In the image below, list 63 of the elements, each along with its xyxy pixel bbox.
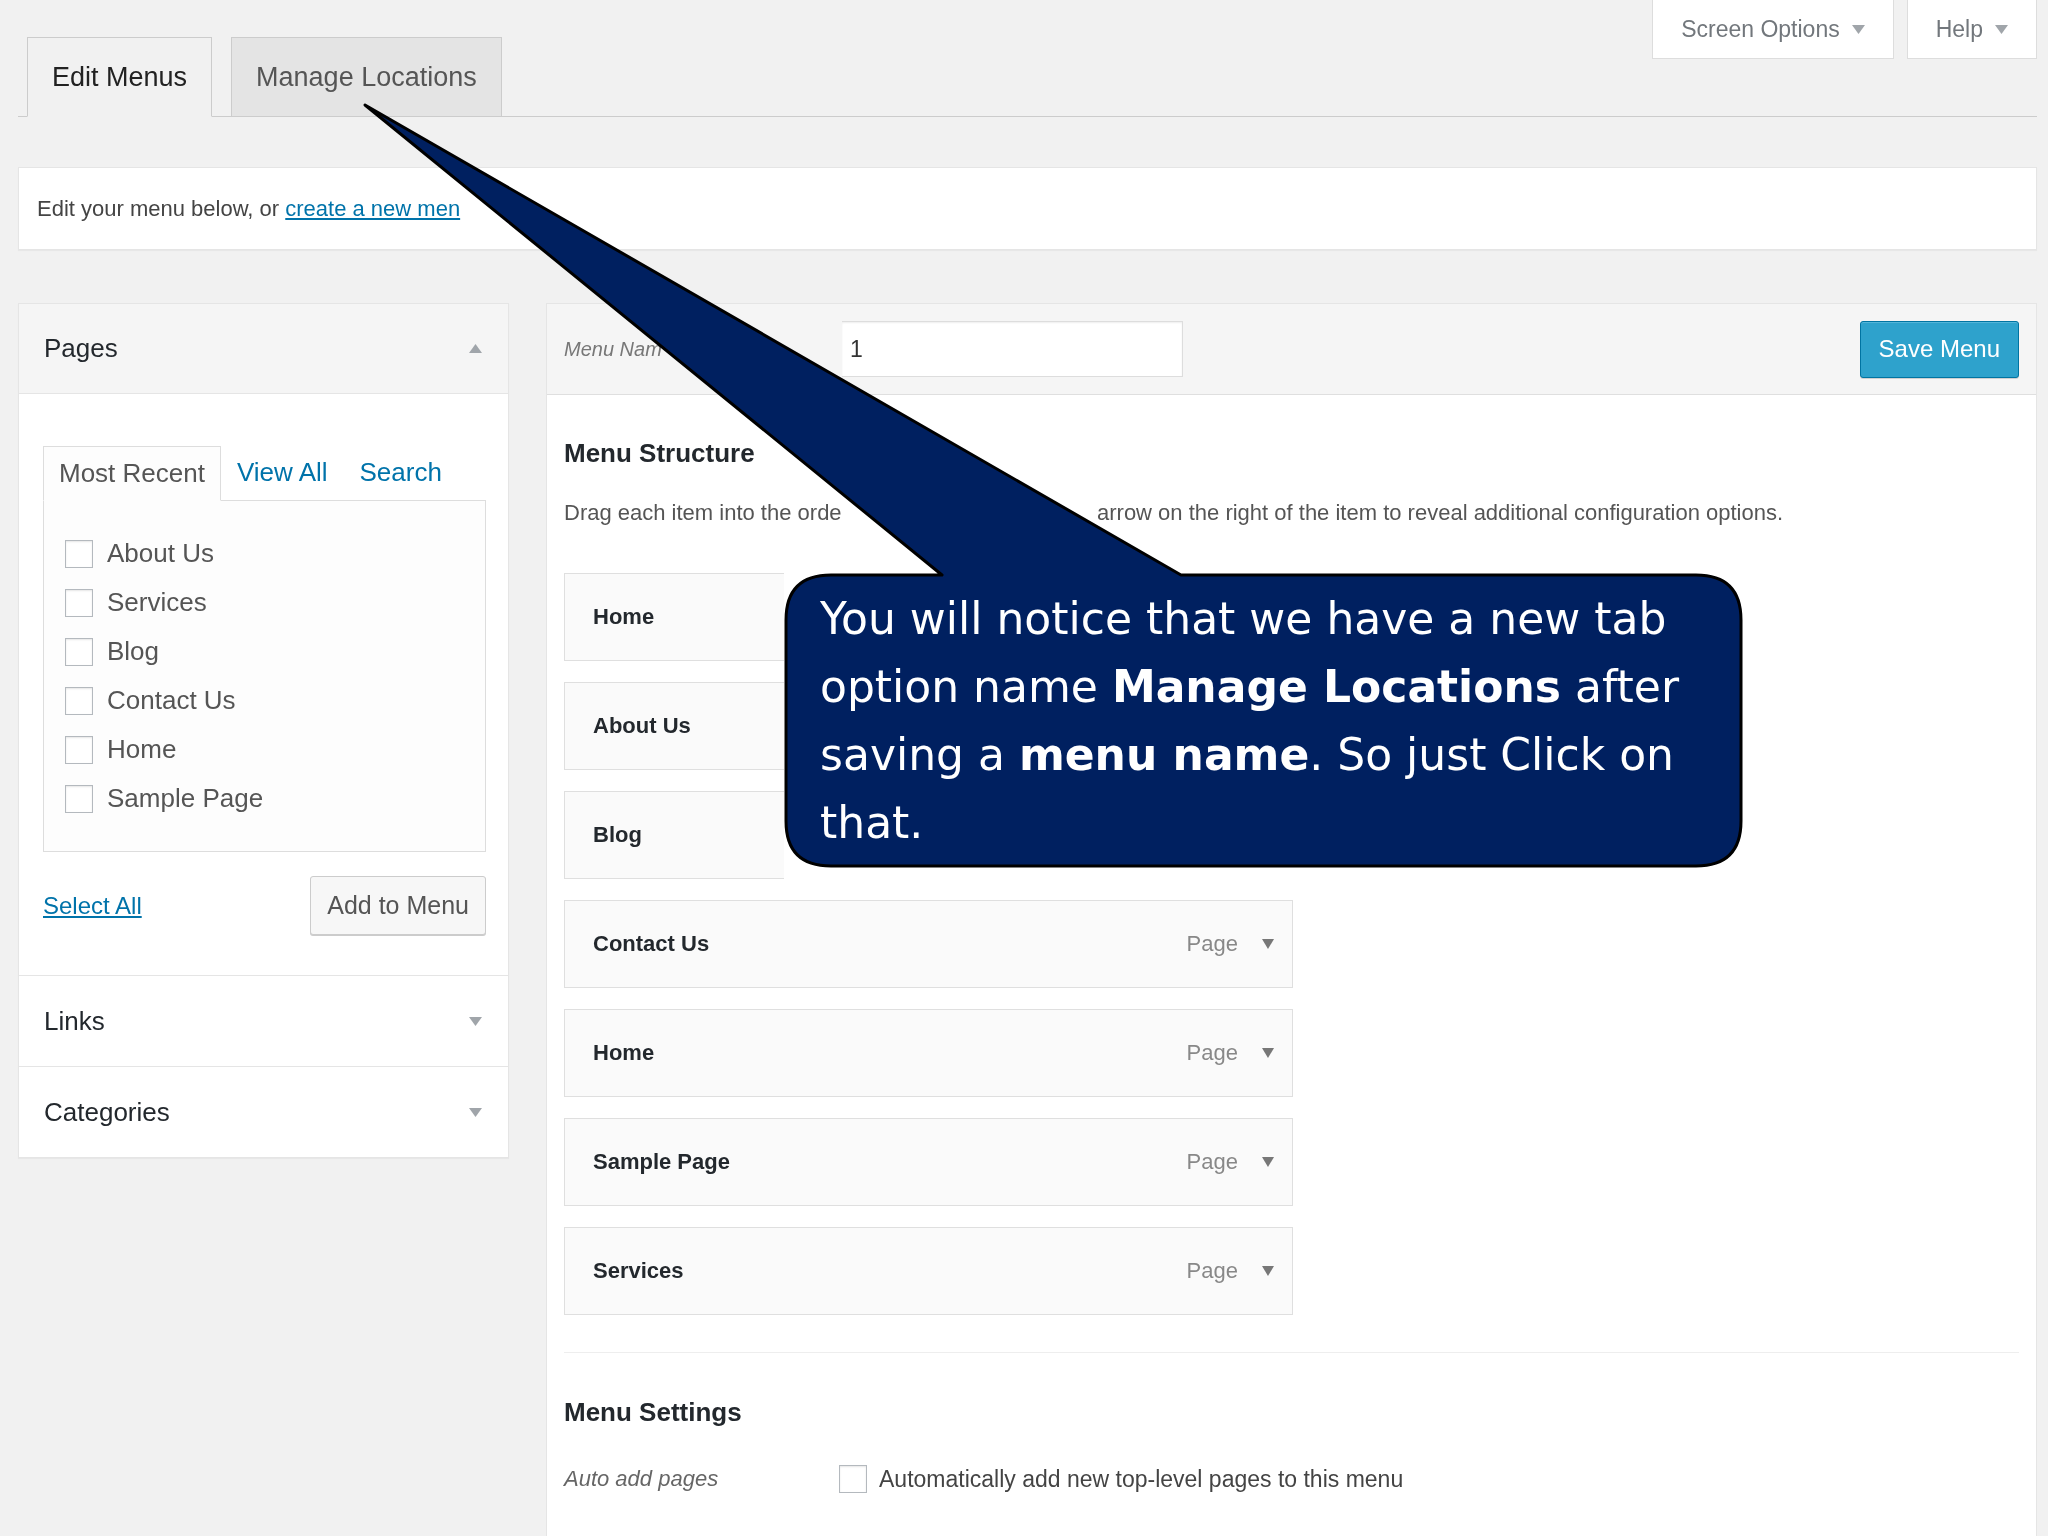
checkbox[interactable] bbox=[65, 686, 93, 715]
nav-tab[interactable]: Edit Menus bbox=[27, 37, 213, 117]
caret-down-icon bbox=[469, 1107, 482, 1117]
caret-down-icon bbox=[1995, 24, 2008, 34]
panel-tab[interactable]: Search bbox=[343, 445, 458, 500]
checkbox[interactable] bbox=[65, 588, 93, 617]
checkbox[interactable] bbox=[65, 637, 93, 666]
caret-up-icon bbox=[469, 344, 482, 353]
menu-item-type: Page bbox=[1186, 1040, 1238, 1066]
menu-item-row[interactable]: Contact Us Page bbox=[564, 900, 1293, 988]
checkbox[interactable] bbox=[839, 1465, 867, 1493]
checkbox-label[interactable]: Sample Page bbox=[107, 783, 264, 814]
caret-down-icon bbox=[1262, 1266, 1274, 1276]
checkbox-label[interactable]: Automatically add new top-level pages to this menu bbox=[879, 1465, 1404, 1493]
caret-down-icon bbox=[1262, 939, 1274, 949]
menu-item-row[interactable]: About Us bbox=[564, 682, 784, 770]
menu-item-title: Services bbox=[593, 1258, 684, 1284]
menu-item-type: Page bbox=[1186, 1258, 1238, 1284]
caret-down-icon bbox=[469, 1016, 482, 1026]
checkbox-label[interactable]: Services bbox=[107, 587, 207, 618]
menu-item-row[interactable]: Home bbox=[564, 573, 784, 661]
help-button[interactable]: Help bbox=[1906, 0, 2037, 59]
menu-item-row[interactable]: Services Page bbox=[564, 1227, 1293, 1315]
checkbox[interactable] bbox=[65, 784, 93, 813]
section-heading: Menu Structure bbox=[564, 437, 755, 470]
callout-text: You will notice that we have a new tab option name Manage Locations after saving a menu name. So just Click on that. bbox=[820, 592, 1680, 850]
menu-item-title: About Us bbox=[593, 713, 691, 739]
checkbox-label[interactable]: Home bbox=[107, 734, 177, 765]
caret-down-icon bbox=[1262, 1048, 1274, 1058]
panel-tab[interactable]: View All bbox=[220, 445, 344, 500]
menu-item-row[interactable]: Sample Page Page bbox=[564, 1118, 1293, 1206]
select-all-link[interactable]: Select All bbox=[43, 891, 142, 920]
menu-item-title: Home bbox=[593, 1040, 655, 1066]
menu-name-field[interactable]: 1 bbox=[842, 321, 1183, 377]
notice-text: Edit your menu below, or create a new men bbox=[37, 195, 461, 222]
menu-item-title: Blog bbox=[593, 822, 642, 848]
instruction-text: arrow on the right of the item to reveal additional configuration options. bbox=[1097, 499, 1784, 527]
accordion-header[interactable]: Categories bbox=[19, 1067, 508, 1157]
create-menu-link[interactable]: create a new men bbox=[285, 195, 461, 221]
checkbox[interactable] bbox=[65, 539, 93, 568]
accordion-header[interactable]: Links bbox=[19, 976, 508, 1066]
section-heading: Menu Settings bbox=[564, 1396, 742, 1429]
menu-item-title: Sample Page bbox=[593, 1149, 730, 1175]
accordion-header[interactable]: Pages bbox=[19, 304, 508, 394]
panel-tab[interactable]: Most Recent bbox=[43, 446, 221, 501]
checkbox[interactable] bbox=[65, 735, 93, 764]
checkbox-label[interactable]: Contact Us bbox=[107, 685, 236, 716]
screen-options-button[interactable]: Screen Options bbox=[1652, 0, 1894, 59]
add-to-menu-button[interactable]: Add to Menu bbox=[310, 876, 486, 935]
menu-item-type: Page bbox=[1186, 931, 1238, 957]
menu-item-title: Home bbox=[593, 604, 655, 630]
setting-label: Auto add pages bbox=[564, 1466, 719, 1492]
menu-item-type: Page bbox=[1186, 1149, 1238, 1175]
menu-item-title: Contact Us bbox=[593, 931, 710, 957]
checkbox-label[interactable]: Blog bbox=[107, 636, 160, 667]
menu-name-label: Menu Nam bbox=[564, 337, 662, 361]
caret-down-icon bbox=[1262, 1157, 1274, 1167]
caret-down-icon bbox=[1851, 24, 1865, 34]
menu-item-row[interactable]: Blog bbox=[564, 791, 784, 879]
menu-item-row[interactable]: Home Page bbox=[564, 1009, 1293, 1097]
checkbox-label[interactable]: About Us bbox=[107, 538, 214, 569]
nav-tab[interactable]: Manage Locations bbox=[231, 37, 502, 117]
instruction-text: Drag each item into the orde bbox=[564, 499, 842, 527]
